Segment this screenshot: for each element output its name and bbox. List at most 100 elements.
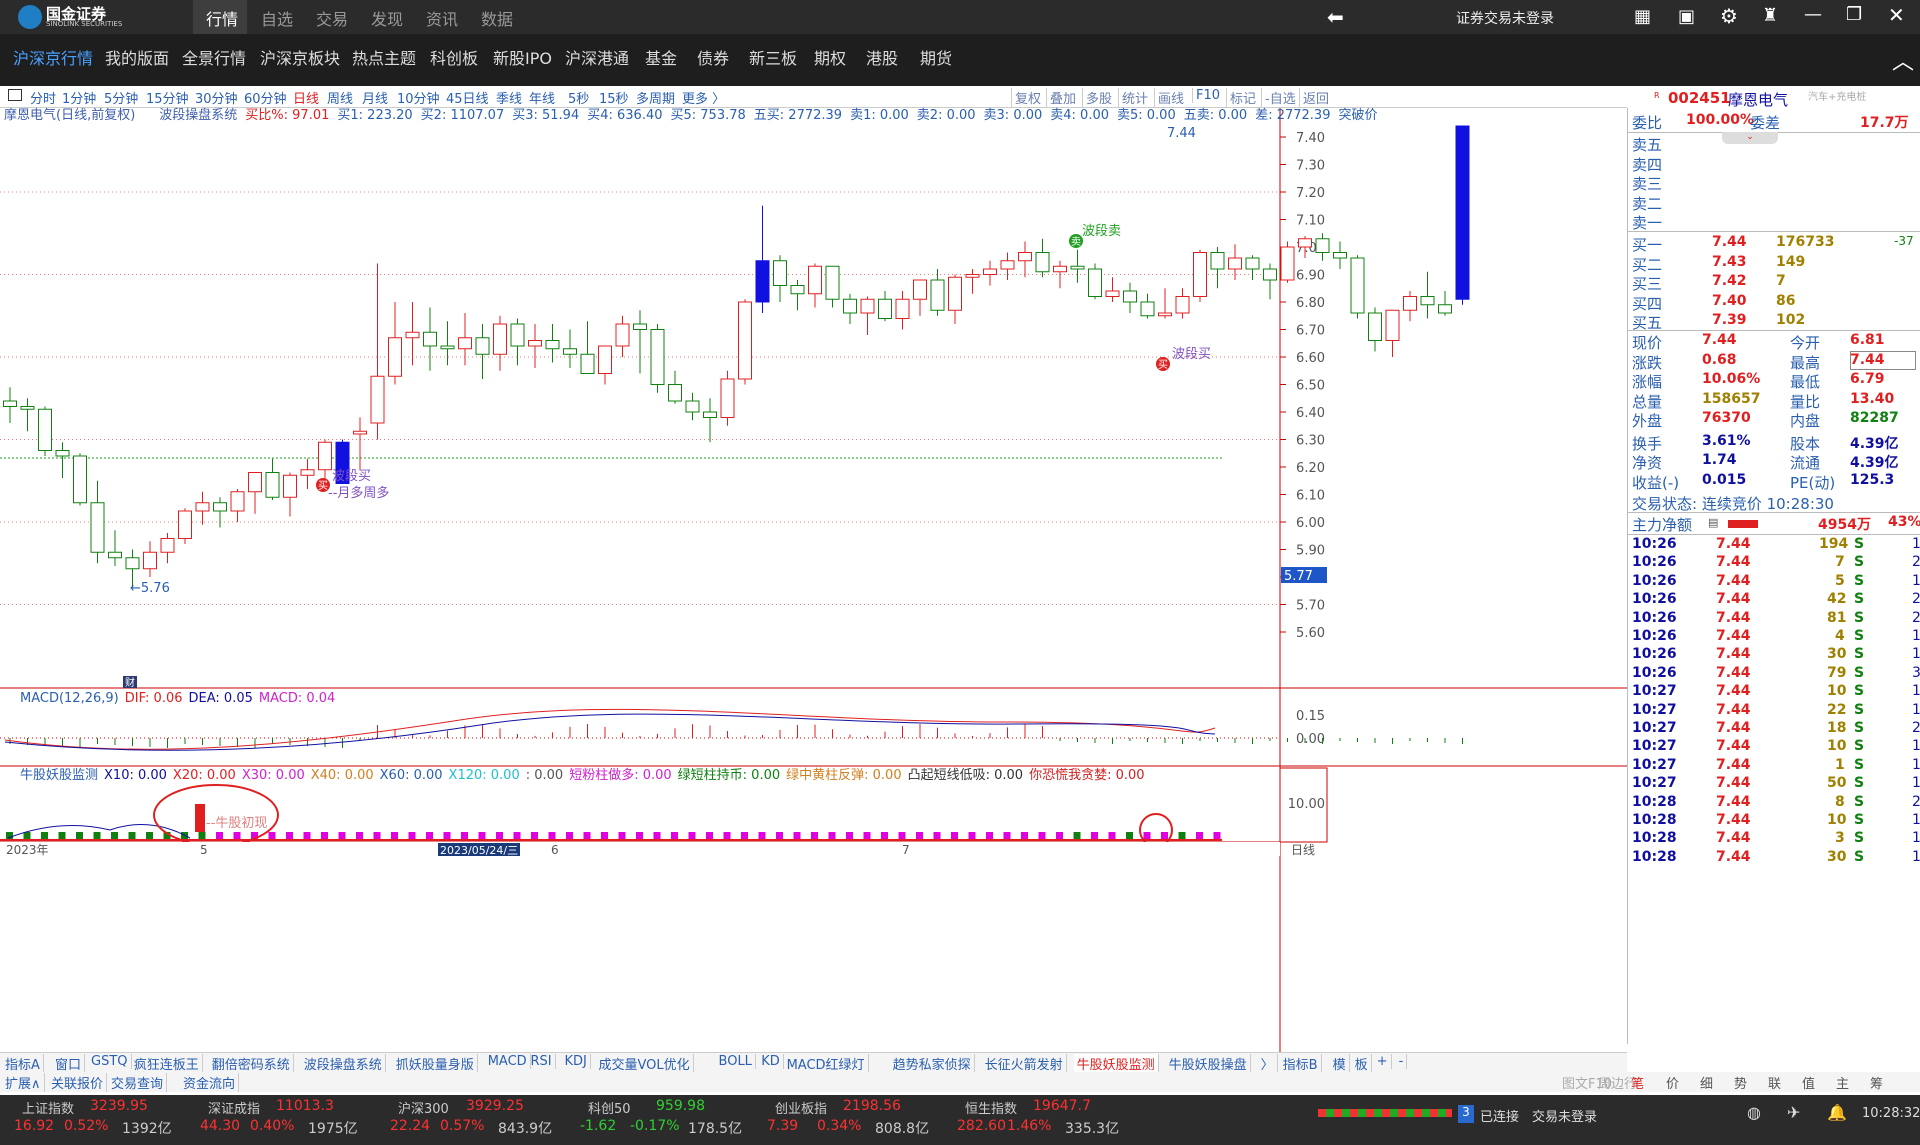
index-name[interactable]: 上证指数: [22, 1098, 74, 1117]
indicator-tab-16[interactable]: 牛股妖股监测: [1073, 1054, 1159, 1073]
tick-side: S: [1854, 554, 1865, 571]
right-tab-9[interactable]: 筹: [1870, 1073, 1883, 1092]
restore-icon[interactable]: ❐: [1846, 4, 1862, 25]
candle-body: [125, 557, 140, 570]
monitor-dot: [916, 832, 923, 839]
candle-body: [983, 268, 997, 275]
tick-num: 1: [1912, 646, 1920, 663]
candle-body: [1263, 268, 1277, 281]
indicator-tab-20[interactable]: 模: [1330, 1054, 1350, 1073]
monitor-dot: [1143, 832, 1151, 839]
right-tab-8[interactable]: 主: [1836, 1073, 1849, 1092]
indicator-tab-2[interactable]: GSTQ: [88, 1054, 132, 1069]
stat-val2-3: 13.40: [1850, 390, 1895, 407]
extension-tabs: 扩展∧ 关联报价 交易查询 资金流向: [0, 1072, 1627, 1092]
indicator-tab-13[interactable]: MACD红绿灯: [784, 1054, 869, 1073]
monitor-dot: [793, 832, 801, 839]
price-label: 6.40: [1296, 406, 1325, 421]
candle-body: [1210, 252, 1225, 270]
indicator-tab-19[interactable]: 指标B: [1280, 1054, 1322, 1073]
right-tab-7[interactable]: 值: [1802, 1073, 1815, 1092]
indicator-tab-7[interactable]: MACD: [485, 1054, 531, 1069]
indicator-tab-11[interactable]: BOLL: [716, 1054, 756, 1069]
right-tab-3[interactable]: 价: [1666, 1073, 1679, 1092]
expand-orderbook-icon[interactable]: ⌄: [1722, 132, 1778, 144]
info-item-8: 卖2: 0.00: [917, 108, 976, 123]
main-flow-bar: [1728, 520, 1758, 528]
tick-price: 7.44: [1716, 701, 1751, 718]
right-tab-6[interactable]: 联: [1768, 1073, 1781, 1092]
close-icon[interactable]: ✕: [1888, 3, 1905, 27]
candle-body: [528, 340, 542, 347]
indicator-tab-17[interactable]: 牛股妖股操盘: [1166, 1054, 1251, 1073]
indicator-tab-1[interactable]: 窗口: [52, 1054, 86, 1073]
indicator-tab-5[interactable]: 波段操盘系统: [301, 1054, 386, 1073]
monitor-dot: [636, 832, 643, 839]
index-pct: 1.46%: [1007, 1118, 1052, 1134]
indicator-tab-9[interactable]: KDJ: [561, 1054, 591, 1069]
indicator-tab-22[interactable]: +: [1374, 1054, 1392, 1069]
fin-marker: 财: [125, 676, 135, 689]
candle-body: [1420, 296, 1435, 306]
info-stock: 摩恩电气(日线,前复权): [4, 107, 135, 123]
indicator-tab-18[interactable]: 〉: [1258, 1054, 1278, 1073]
indicator-tab-23[interactable]: -: [1396, 1054, 1408, 1069]
index-name[interactable]: 恒生指数: [965, 1098, 1017, 1117]
sell-level-2: 卖三: [1632, 175, 1663, 193]
tick-price: 7.44: [1716, 628, 1751, 644]
grid-icon[interactable]: ▦: [1634, 6, 1651, 27]
indicator-tab-10[interactable]: 成交量VOL优化: [596, 1054, 694, 1073]
bell-icon[interactable]: 🔔: [1827, 1103, 1847, 1122]
tick-time: 10:26: [1632, 664, 1677, 681]
index-name[interactable]: 深证成指: [208, 1098, 260, 1117]
collapse-icon[interactable]: ︿: [1892, 44, 1914, 76]
index-name[interactable]: 创业板指: [775, 1098, 827, 1117]
indicator-tab-14[interactable]: 趋势私家侦探: [890, 1054, 975, 1073]
satellite-icon[interactable]: ✈: [1787, 1103, 1800, 1122]
buy-price-3: 7.40: [1712, 292, 1747, 309]
tick-time: 10:28: [1632, 848, 1677, 865]
ext-tab-2[interactable]: 交易查询: [108, 1073, 168, 1092]
ext-tab-1[interactable]: 关联报价: [48, 1073, 108, 1092]
monitor-dot: [146, 832, 153, 839]
indicator-tab-0[interactable]: 指标A: [2, 1054, 44, 1073]
candle-body: [930, 279, 945, 311]
index-value: 2198.56: [843, 1098, 901, 1114]
index-name[interactable]: 科创50: [588, 1098, 631, 1117]
chart-area[interactable]: 摩恩电气(日线,前复权) 波段操盘系统 买比%: 97.01 买1: 223.20 买2…: [0, 0, 1627, 1052]
ext-tab-0[interactable]: 扩展∧: [2, 1073, 45, 1092]
indicator-tab-15[interactable]: 长征火箭发射: [982, 1054, 1067, 1073]
trade-status[interactable]: 交易未登录: [1532, 1106, 1597, 1125]
shirt-icon[interactable]: ♜: [1762, 5, 1778, 26]
monitor-item-1: X20: 0.00: [173, 768, 236, 783]
monitor-dot: [338, 832, 346, 839]
right-tab-4[interactable]: 细: [1700, 1073, 1713, 1092]
stat-label-0: 现价: [1632, 334, 1663, 352]
date-m6: 6: [551, 843, 559, 857]
indicator-tab-6[interactable]: 抓妖股量身版: [393, 1054, 478, 1073]
right-tab-5[interactable]: 势: [1734, 1073, 1747, 1092]
tick-side: S: [1854, 572, 1865, 589]
tick-time: 10:26: [1632, 572, 1677, 589]
buy-vol-2: 7: [1776, 273, 1786, 289]
calendar-icon[interactable]: ▣: [1678, 6, 1695, 27]
macd-dea: DEA: 0.05: [189, 691, 253, 706]
ext-tab-3[interactable]: 资金流向: [180, 1073, 240, 1092]
indicator-tab-3[interactable]: 疯狂连板王: [131, 1054, 203, 1073]
right-tab-2[interactable]: 笔: [1631, 1073, 1644, 1092]
minimize-icon[interactable]: —: [1804, 4, 1822, 25]
indicator-tab-4[interactable]: 翻倍密码系统: [209, 1054, 294, 1073]
index-name[interactable]: 沪深300: [398, 1098, 449, 1117]
menu-icon[interactable]: ▤: [1708, 516, 1718, 529]
gear-icon[interactable]: ⚙: [1720, 4, 1738, 28]
monitor-header: 牛股妖股监测 X10: 0.00 X20: 0.00 X30: 0.00 X40: 0.…: [20, 767, 1145, 783]
refresh-icon[interactable]: ◍: [1747, 1103, 1761, 1122]
tick-price: 7.44: [1716, 609, 1751, 626]
indicator-tab-12[interactable]: KD: [758, 1054, 784, 1069]
index-value: 3929.25: [466, 1098, 524, 1114]
indicator-tab-8[interactable]: RSI: [527, 1054, 556, 1069]
low-label: ←5.76: [130, 581, 170, 596]
candle-body: [633, 323, 647, 330]
indicator-tab-21[interactable]: 板: [1352, 1054, 1372, 1073]
stat-val2-7: 125.3: [1850, 471, 1895, 488]
